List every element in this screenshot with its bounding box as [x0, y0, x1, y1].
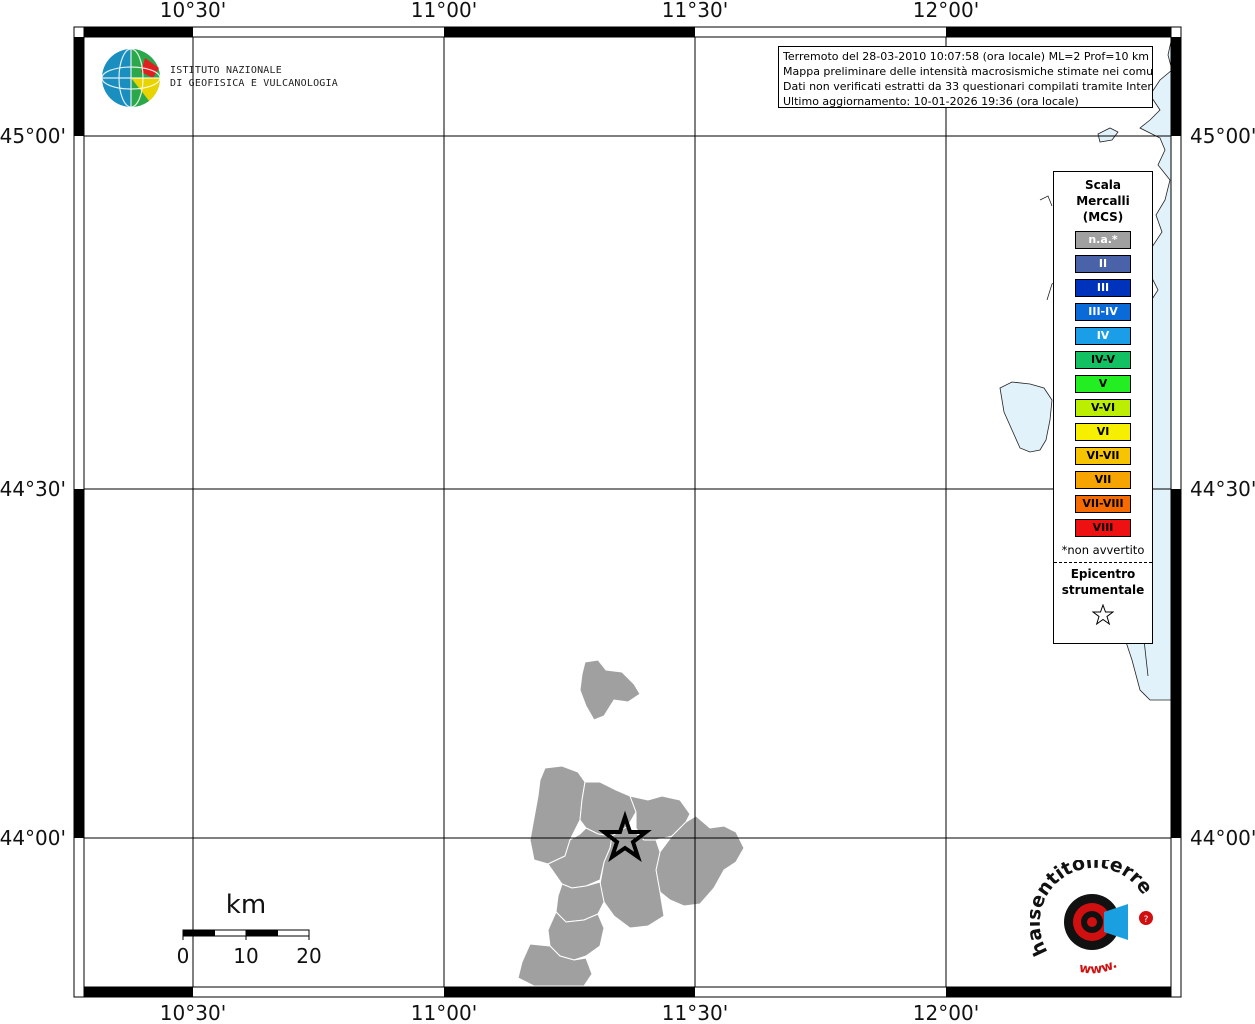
legend-star-icon [1054, 603, 1152, 630]
legend-title: Scala Mercalli (MCS) [1054, 177, 1152, 225]
legend-item: n.a.* [1075, 231, 1131, 249]
legend-item: IV-V [1075, 351, 1131, 369]
legend-title-line: (MCS) [1082, 210, 1124, 224]
legend-epicenter-label: Epicentro strumentale [1054, 566, 1152, 598]
info-line: Ultimo aggiornamento: 10-01-2026 19:36 (… [783, 95, 1079, 108]
legend-items: n.a.* II III III-IV IV IV-V V V-VI VI VI… [1054, 231, 1152, 537]
earthquake-info-box: Terremoto del 28-03-2010 10:07:58 (ora l… [778, 46, 1153, 108]
hst-logo: haisentitoilterremoto.it www. ? [1020, 843, 1160, 978]
lat-tick-right: 44°00' [1190, 826, 1255, 850]
legend-note: *non avvertito [1061, 543, 1145, 557]
legend-separator [1054, 562, 1152, 563]
legend-item: III [1075, 279, 1131, 297]
lat-tick-left: 44°30' [0, 477, 66, 501]
legend-item: VI-VII [1075, 447, 1131, 465]
mcs-legend: Scala Mercalli (MCS) n.a.* II III III-IV… [1053, 171, 1153, 644]
legend-item: VI [1075, 423, 1131, 441]
lat-tick-left: 44°00' [0, 826, 66, 850]
lat-tick-right: 45°00' [1190, 124, 1255, 148]
hst-logo-www: www. [1078, 957, 1120, 978]
legend-item: VII [1075, 471, 1131, 489]
legend-item: V-VI [1075, 399, 1131, 417]
lon-ticks-top: 10°30' 11°00' 11°30' 12°00' [160, 0, 979, 22]
legend-epicenter-line: strumentale [1061, 583, 1145, 597]
scale-unit: km [226, 890, 266, 920]
legend-title-line: Scala [1084, 178, 1122, 192]
legend-item: V [1075, 375, 1131, 393]
lon-ticks-bottom: 10°30' 11°00' 11°30' 12°00' [160, 1001, 979, 1024]
lon-tick-top: 11°30' [662, 0, 728, 22]
lon-tick-bottom: 10°30' [160, 1001, 226, 1024]
legend-item: III-IV [1075, 303, 1131, 321]
lon-tick-top: 10°30' [160, 0, 226, 22]
legend-epicenter-line: Epicentro [1070, 567, 1136, 581]
lon-tick-bottom: 11°30' [662, 1001, 728, 1024]
scale-label: 0 [177, 944, 190, 968]
scale-label: 20 [296, 944, 321, 968]
scale-label: 10 [233, 944, 258, 968]
ingv-globe-icon [101, 48, 161, 108]
hst-target-icon: ? [1064, 894, 1153, 950]
lon-tick-bottom: 11°00' [411, 1001, 477, 1024]
info-line: Terremoto del 28-03-2010 10:07:58 (ora l… [783, 50, 1150, 63]
svg-text:www.: www. [1078, 957, 1120, 978]
lon-tick-top: 11°00' [411, 0, 477, 22]
lon-tick-top: 12°00' [913, 0, 979, 22]
lat-tick-right: 44°30' [1190, 477, 1255, 501]
ingv-name-line: DI GEOFISICA E VULCANOLOGIA [170, 78, 338, 89]
legend-item: VII-VIII [1075, 495, 1131, 513]
svg-text:?: ? [1144, 915, 1149, 925]
info-line: Dati non verificati estratti da 33 quest… [783, 80, 1153, 93]
info-line: Mappa preliminare delle intensità macros… [783, 65, 1153, 78]
lon-tick-bottom: 12°00' [913, 1001, 979, 1024]
legend-title-line: Mercalli [1076, 194, 1130, 208]
ingv-name-line: ISTITUTO NAZIONALE [170, 65, 282, 76]
legend-item: II [1075, 255, 1131, 273]
legend-item: IV [1075, 327, 1131, 345]
lat-ticks-right: 45°00' 44°30' 44°00' [1190, 124, 1255, 850]
ingv-name: ISTITUTO NAZIONALE DI GEOFISICA E VULCAN… [170, 64, 338, 90]
lat-tick-left: 45°00' [0, 124, 66, 148]
lat-ticks-left: 45°00' 44°30' 44°00' [0, 124, 66, 850]
legend-item: VIII [1075, 519, 1131, 537]
